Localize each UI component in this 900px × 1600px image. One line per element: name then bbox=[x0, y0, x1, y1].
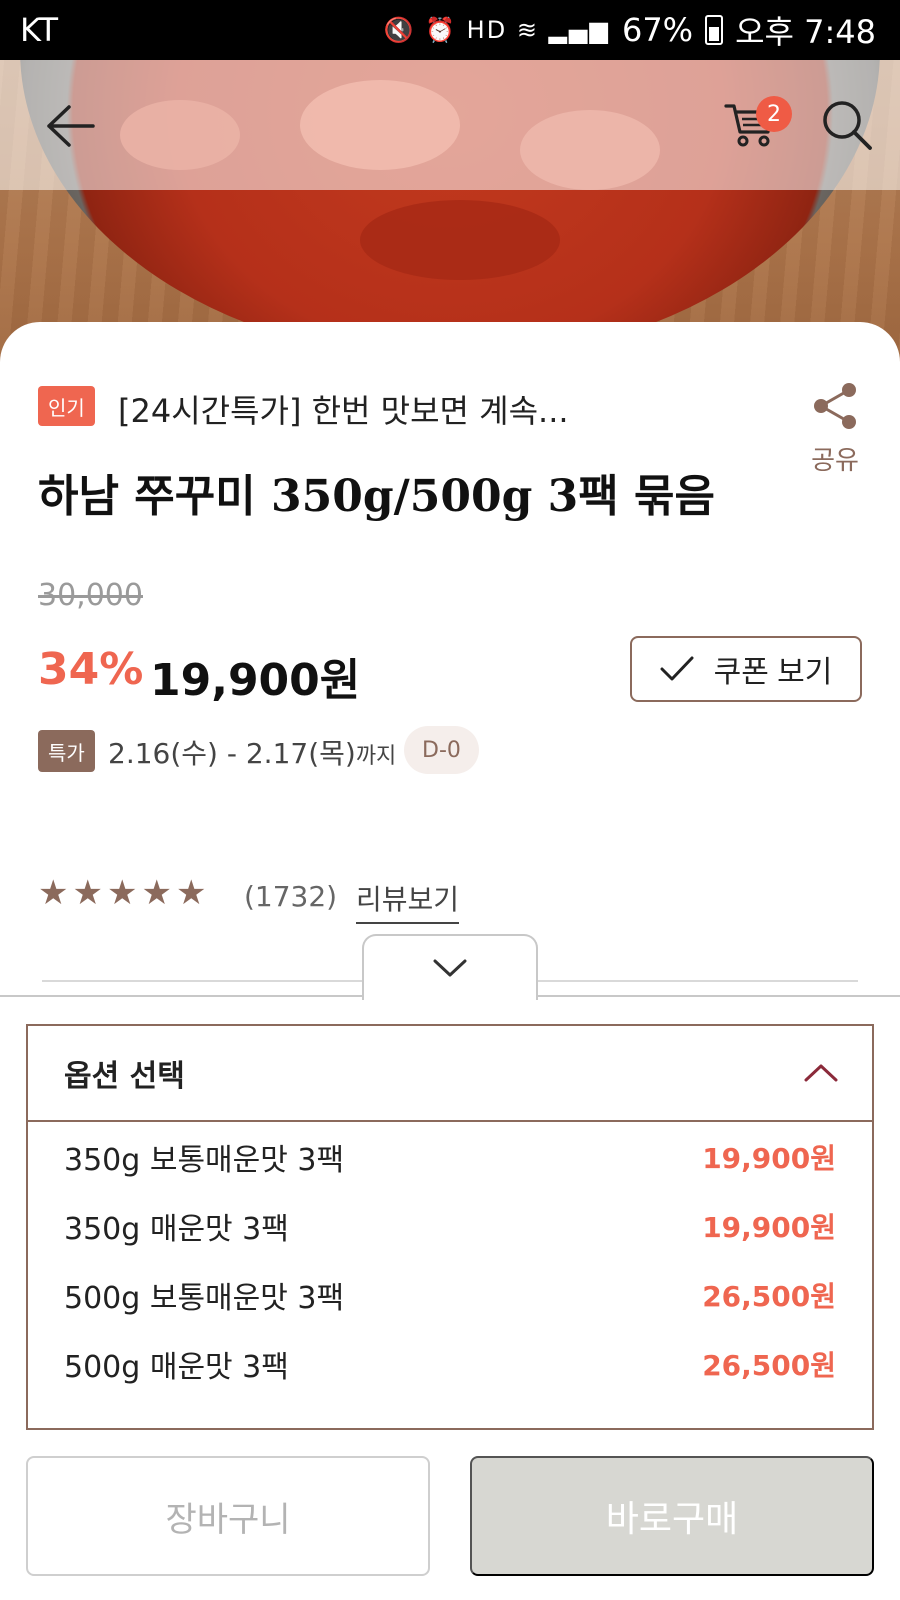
cart-count-badge: 2 bbox=[756, 96, 792, 132]
option-price: 19,900원 bbox=[702, 1141, 836, 1175]
option-select-header[interactable]: 옵션 선택 bbox=[28, 1026, 872, 1122]
arrow-left-icon bbox=[47, 105, 95, 147]
search-button[interactable] bbox=[820, 98, 876, 154]
option-item[interactable]: 350g 보통매운맛 3팩 19,900원 bbox=[28, 1122, 872, 1191]
option-select-title: 옵션 선택 bbox=[64, 1059, 185, 1094]
collapse-panel-tab[interactable] bbox=[362, 934, 538, 1000]
battery-percent: 67% bbox=[621, 11, 694, 49]
star-icon: ★ bbox=[141, 873, 172, 913]
option-name: 350g 보통매운맛 3팩 bbox=[64, 1142, 345, 1178]
share-label: 공유 bbox=[811, 446, 859, 476]
coupon-button[interactable]: 쿠폰 보기 bbox=[630, 636, 862, 702]
divider bbox=[42, 980, 362, 982]
share-icon bbox=[814, 383, 856, 429]
star-icon: ★ bbox=[106, 873, 138, 913]
rating-stars: ★ ★ ★ ★ ★ bbox=[38, 876, 206, 910]
status-bar: KT 🔇 ⏰ HD ≋ ▂▄▆ 67% 오후 7:48 bbox=[0, 0, 900, 60]
food-detail bbox=[360, 200, 560, 280]
carrier-label: KT bbox=[20, 11, 59, 49]
option-item[interactable]: 500g 보통매운맛 3팩 26,500원 bbox=[28, 1260, 872, 1329]
review-count: (1732) bbox=[244, 880, 338, 913]
option-item[interactable]: 500g 매운맛 3팩 26,500원 bbox=[28, 1329, 872, 1398]
popular-badge: 인기 bbox=[38, 386, 95, 426]
buy-now-button[interactable]: 바로구매 bbox=[470, 1456, 874, 1576]
option-price: 26,500원 bbox=[702, 1348, 836, 1382]
back-button[interactable] bbox=[40, 96, 100, 156]
option-price: 19,900원 bbox=[702, 1210, 836, 1244]
clock: 오후 7:48 bbox=[735, 13, 876, 51]
product-title: 하남 쭈꾸미 350g/500g 3팩 묶음 bbox=[38, 471, 716, 522]
check-icon bbox=[660, 656, 694, 681]
special-period-suffix: 까지 bbox=[355, 744, 397, 769]
star-icon: ★ bbox=[72, 873, 103, 913]
promo-text: [24시간특가] 한번 맛보면 계속... bbox=[118, 392, 569, 430]
dday-badge: D-0 bbox=[404, 726, 479, 774]
special-tag: 특가 bbox=[38, 730, 95, 772]
option-name: 500g 보통매운맛 3팩 bbox=[64, 1280, 345, 1316]
chevron-up-icon bbox=[804, 1064, 838, 1082]
coupon-label: 쿠폰 보기 bbox=[713, 656, 833, 689]
discount-rate: 34% bbox=[38, 644, 144, 695]
special-period: 2.16(수) - 2.17(목)까지 bbox=[108, 732, 396, 772]
system-icons: 🔇 ⏰ HD ≋ ▂▄▆ bbox=[383, 16, 610, 44]
original-price: 30,000 bbox=[38, 578, 143, 613]
option-item[interactable]: 350g 매운맛 3팩 19,900원 bbox=[28, 1191, 872, 1260]
add-to-cart-button[interactable]: 장바구니 bbox=[26, 1456, 430, 1576]
chevron-down-icon bbox=[433, 959, 467, 977]
share-button[interactable]: 공유 bbox=[800, 380, 870, 477]
option-select-panel: 옵션 선택 350g 보통매운맛 3팩 19,900원 350g 매운맛 3팩 … bbox=[26, 1024, 874, 1430]
review-link[interactable]: 리뷰보기 bbox=[356, 878, 460, 924]
sale-price: 19,900원 bbox=[150, 655, 361, 706]
special-period-dates: 2.16(수) - 2.17(목) bbox=[108, 737, 356, 770]
status-indicators: 🔇 ⏰ HD ≋ ▂▄▆ 67% 오후 7:48 bbox=[384, 7, 876, 53]
star-icon: ★ bbox=[175, 873, 207, 913]
option-name: 350g 매운맛 3팩 bbox=[64, 1211, 289, 1247]
battery-icon bbox=[705, 15, 724, 45]
search-icon bbox=[823, 101, 872, 150]
star-icon: ★ bbox=[38, 873, 69, 913]
option-name: 500g 매운맛 3팩 bbox=[64, 1349, 289, 1385]
option-price: 26,500원 bbox=[702, 1279, 836, 1313]
divider bbox=[538, 980, 858, 982]
